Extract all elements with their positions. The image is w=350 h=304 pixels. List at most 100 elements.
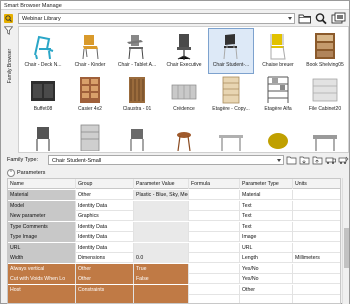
- gallery-item[interactable]: Chair Executive: [162, 29, 206, 73]
- cell-value[interactable]: [134, 211, 189, 221]
- cell-value[interactable]: True: [134, 263, 189, 274]
- cell-type: Text: [240, 211, 293, 221]
- table-row[interactable]: [8, 295, 340, 303]
- cell-type: Text: [240, 200, 293, 211]
- cell-formula[interactable]: [189, 242, 240, 253]
- cell-formula[interactable]: [189, 274, 240, 284]
- family-browser-tab[interactable]: Family Browser: [5, 37, 14, 97]
- gallery-item[interactable]: Chair - Deck N...: [21, 29, 65, 73]
- gallery-item[interactable]: [256, 119, 300, 152]
- cell-value[interactable]: [134, 232, 189, 242]
- gallery-item[interactable]: Etagère - Copy...: [209, 73, 253, 117]
- collapse-icon[interactable]: ⌃: [7, 169, 15, 177]
- save-folder-icon[interactable]: [299, 155, 310, 165]
- cell-formula[interactable]: [189, 200, 240, 211]
- filter-icon[interactable]: [3, 26, 14, 35]
- cell-formula[interactable]: [189, 221, 240, 232]
- gallery-item-label: Claustra - 01: [122, 106, 152, 112]
- table-row[interactable]: Always vertical Other True Yes/No: [8, 263, 340, 274]
- gallery-item[interactable]: [68, 119, 112, 152]
- gallery-item[interactable]: Casier 4x2: [68, 73, 112, 117]
- cell-formula[interactable]: [189, 284, 240, 295]
- cell-value[interactable]: [134, 295, 189, 303]
- folder-icon[interactable]: [298, 12, 312, 25]
- gallery-item[interactable]: [21, 119, 65, 152]
- table-row[interactable]: Model Identity Data Text: [8, 200, 340, 211]
- search-icon[interactable]: [314, 12, 328, 25]
- cell-name: Type Comments: [8, 221, 76, 232]
- gallery-item[interactable]: [162, 119, 206, 152]
- table-row[interactable]: URL Identity Data URL: [8, 242, 340, 253]
- gallery-item[interactable]: [303, 119, 347, 152]
- gallery-item[interactable]: Claustra - 01: [115, 73, 159, 117]
- column-header[interactable]: Group: [76, 179, 134, 189]
- cell-formula[interactable]: [189, 211, 240, 221]
- cell-units: [293, 295, 340, 303]
- table-row[interactable]: Cut with Voids When Lo Other False Yes/No: [8, 274, 340, 284]
- gallery-item-label: Book Shelving05: [306, 62, 344, 68]
- cell-formula[interactable]: [189, 263, 240, 274]
- table-row[interactable]: Type Image Identity Data Image: [8, 232, 340, 242]
- open-folder-icon[interactable]: [286, 155, 297, 165]
- gallery-item-label: Chair - Tablet A...: [117, 62, 157, 68]
- column-header[interactable]: Name: [8, 179, 76, 189]
- gallery-item[interactable]: Buffet08: [21, 73, 65, 117]
- load-into-project-icon[interactable]: [338, 155, 349, 165]
- gallery-item-selected[interactable]: Chair Student-...: [208, 28, 254, 74]
- vehicle-icon[interactable]: [325, 155, 336, 165]
- table-row[interactable]: Type Comments Identity Data Text: [8, 221, 340, 232]
- cell-value[interactable]: [134, 284, 189, 295]
- table-row[interactable]: Material Other Plastic - Blue, Sky, Medi Ma…: [8, 190, 340, 200]
- cell-value[interactable]: False: [134, 274, 189, 284]
- cell-formula[interactable]: [189, 253, 240, 263]
- gallery-item[interactable]: Etagère Alfa: [256, 73, 300, 117]
- app-logo-icon[interactable]: [4, 14, 13, 23]
- scrollbar-thumb[interactable]: [344, 228, 349, 268]
- column-header[interactable]: Parameter Value: [134, 179, 189, 189]
- cell-group: Identity Data: [76, 221, 134, 232]
- table-row[interactable]: Host Constraints Other: [8, 284, 340, 295]
- table-row[interactable]: Width Dimensions 0.0 Length Millimeters: [8, 253, 340, 263]
- cell-value[interactable]: [134, 221, 189, 232]
- file-cabinet-icon: [312, 78, 338, 102]
- column-header[interactable]: Formula: [189, 179, 240, 189]
- gallery-item-label: Etagère - Copy...: [212, 106, 250, 112]
- cell-formula[interactable]: [189, 295, 240, 303]
- cell-value[interactable]: Plastic - Blue, Sky, Medi: [134, 190, 189, 200]
- cell-value[interactable]: 0.0: [134, 253, 189, 263]
- cell-value[interactable]: [134, 200, 189, 211]
- gallery-item[interactable]: Chaise breuer: [256, 29, 300, 73]
- chair-partial-icon: [130, 129, 144, 151]
- cell-units: [293, 232, 340, 242]
- gallery-item[interactable]: [115, 119, 159, 152]
- column-header[interactable]: Parameter Type: [240, 179, 293, 189]
- gallery-item[interactable]: Book Shelving05: [303, 29, 347, 73]
- cell-name: Always vertical: [8, 263, 76, 274]
- collection-icon[interactable]: [331, 12, 346, 25]
- table-row[interactable]: New parameter Graphics Text: [8, 211, 340, 221]
- gallery-item[interactable]: [209, 119, 253, 152]
- library-select[interactable]: Webinar Library: [18, 13, 295, 24]
- title-bar: Smart Browser Manage: [1, 1, 349, 10]
- cell-formula[interactable]: [189, 190, 240, 200]
- column-header[interactable]: Units: [293, 179, 340, 189]
- window-title: Smart Browser Manage: [4, 3, 62, 9]
- load-family-icon[interactable]: [312, 155, 323, 165]
- table-header-row: Name Group Parameter Value Formula Param…: [8, 179, 340, 189]
- cell-name: Width: [8, 253, 76, 263]
- cell-name: Model: [8, 200, 76, 211]
- cell-name: URL: [8, 242, 76, 253]
- cell-formula[interactable]: [189, 232, 240, 242]
- gallery-item[interactable]: File Cabinet20: [303, 73, 347, 117]
- gallery-item[interactable]: Chair - Kinder: [68, 29, 112, 73]
- gallery-item-label: Chair Executive: [166, 62, 202, 68]
- family-type-select[interactable]: Chair Student-Small: [48, 155, 284, 165]
- cell-type: [240, 295, 293, 303]
- gallery-item-label: Chair Student-...: [212, 62, 250, 68]
- cell-value[interactable]: [134, 242, 189, 253]
- vertical-scrollbar[interactable]: [342, 178, 349, 304]
- gallery-item[interactable]: Crédence: [162, 73, 206, 117]
- parameters-header[interactable]: ⌃ Parameters: [7, 169, 349, 177]
- gallery-item[interactable]: Chair - Tablet A...: [115, 29, 159, 73]
- cell-units: [293, 201, 340, 211]
